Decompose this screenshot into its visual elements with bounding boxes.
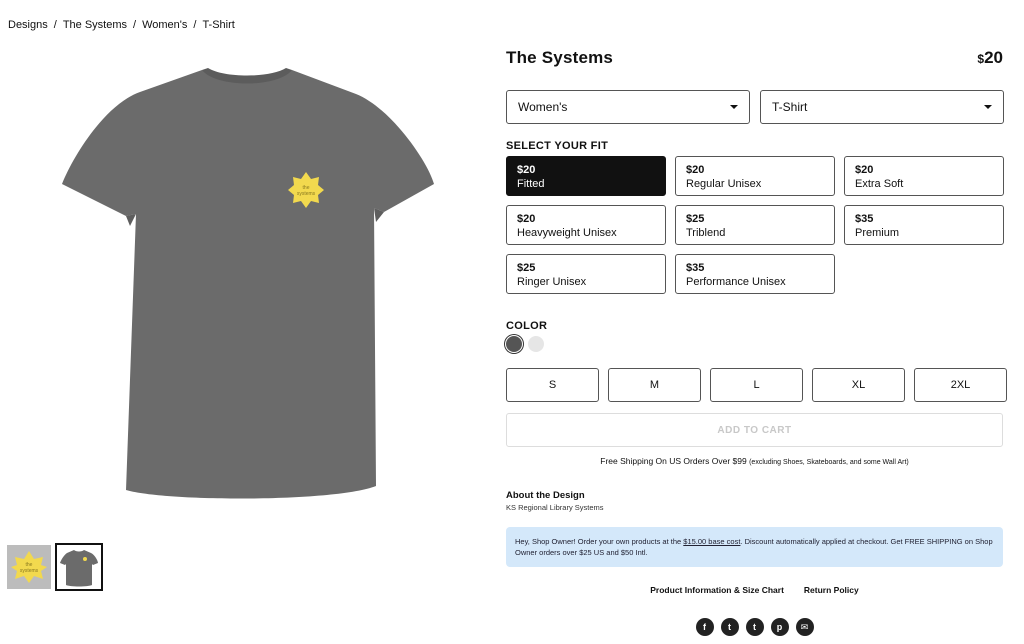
- shop-owner-notice: Hey, Shop Owner! Order your own products…: [506, 527, 1003, 567]
- about-author[interactable]: KS Regional Library Systems: [506, 503, 604, 512]
- gender-select-value: Women's: [518, 100, 568, 114]
- shipping-main: Free Shipping On US Orders Over $99: [600, 456, 747, 466]
- fit-price: $35: [855, 213, 874, 225]
- fit-price: $25: [686, 213, 705, 225]
- fit-price: $20: [855, 164, 874, 176]
- color-swatch-asphalt[interactable]: [506, 336, 522, 352]
- size-l-button[interactable]: L: [710, 368, 803, 402]
- chevron-down-icon: [730, 105, 738, 109]
- product-selects: Women's T-Shirt: [506, 90, 1004, 124]
- size-s-button[interactable]: S: [506, 368, 599, 402]
- fit-name: Premium: [855, 227, 900, 239]
- thumbnail-design[interactable]: the systems: [7, 545, 51, 589]
- design-badge: the systems: [288, 172, 324, 208]
- pinterest-icon[interactable]: p: [770, 618, 789, 636]
- fit-label: SELECT YOUR FIT: [506, 140, 609, 152]
- social-share: f t t p ✉: [506, 618, 1003, 636]
- product-details: The Systems $20 Women's T-Shirt SELECT Y…: [506, 48, 1007, 636]
- breadcrumb-separator: /: [53, 19, 57, 31]
- fit-option-regular-unisex[interactable]: $20 Regular Unisex: [675, 156, 835, 196]
- title-row: The Systems $20: [506, 48, 1003, 72]
- gender-select[interactable]: Women's: [506, 90, 750, 124]
- breadcrumb-designs[interactable]: Designs: [8, 19, 48, 31]
- fit-name: Ringer Unisex: [517, 276, 587, 288]
- fit-name: Fitted: [517, 178, 545, 190]
- base-cost-link[interactable]: $15.00 base cost: [683, 537, 740, 546]
- product-image[interactable]: the systems: [56, 66, 440, 502]
- thumbnail-strip: the systems: [7, 543, 103, 591]
- fit-price: $20: [686, 164, 705, 176]
- fit-price: $20: [517, 213, 536, 225]
- product-type-select[interactable]: T-Shirt: [760, 90, 1004, 124]
- fit-price: $35: [686, 262, 705, 274]
- size-options: S M L XL 2XL: [506, 368, 1007, 402]
- product-type-select-value: T-Shirt: [772, 100, 808, 114]
- fit-option-heavyweight-unisex[interactable]: $20 Heavyweight Unisex: [506, 205, 666, 245]
- fit-option-performance-unisex[interactable]: $35 Performance Unisex: [675, 254, 835, 294]
- fit-name: Performance Unisex: [686, 276, 786, 288]
- size-2xl-button[interactable]: 2XL: [914, 368, 1007, 402]
- fit-price: $25: [517, 262, 536, 274]
- fit-name: Heavyweight Unisex: [517, 227, 617, 239]
- return-policy-link[interactable]: Return Policy: [804, 585, 859, 595]
- breadcrumb-separator: /: [133, 19, 137, 31]
- size-xl-button[interactable]: XL: [812, 368, 905, 402]
- svg-text:systems: systems: [20, 568, 39, 574]
- fit-option-ringer-unisex[interactable]: $25 Ringer Unisex: [506, 254, 666, 294]
- fit-options: $20 Fitted $20 Regular Unisex $20 Extra Sof…: [506, 156, 1004, 294]
- info-links: Product Information & Size Chart Return …: [506, 585, 1003, 595]
- svg-text:systems: systems: [297, 191, 316, 197]
- shipping-note: (excluding Shoes, Skateboards, and some …: [749, 459, 909, 466]
- size-m-button[interactable]: M: [608, 368, 701, 402]
- chevron-down-icon: [984, 105, 992, 109]
- fit-option-extra-soft[interactable]: $20 Extra Soft: [844, 156, 1004, 196]
- tumblr-icon[interactable]: t: [720, 618, 739, 636]
- size-chart-link[interactable]: Product Information & Size Chart: [650, 585, 784, 595]
- fit-option-fitted[interactable]: $20 Fitted: [506, 156, 666, 196]
- add-to-cart-button[interactable]: ADD TO CART: [506, 413, 1003, 447]
- price-value: 20: [984, 48, 1003, 67]
- twitter-icon[interactable]: t: [745, 618, 764, 636]
- color-label: COLOR: [506, 320, 548, 332]
- product-price: $20: [977, 48, 1003, 68]
- facebook-icon[interactable]: f: [695, 618, 714, 636]
- breadcrumb-womens[interactable]: Women's: [142, 19, 187, 31]
- fit-price: $20: [517, 164, 536, 176]
- fit-name: Regular Unisex: [686, 178, 762, 190]
- breadcrumb-the-systems[interactable]: The Systems: [63, 19, 127, 31]
- fit-option-triblend[interactable]: $25 Triblend: [675, 205, 835, 245]
- breadcrumb-t-shirt[interactable]: T-Shirt: [202, 19, 234, 31]
- breadcrumb: Designs / The Systems / Women's / T-Shir…: [8, 19, 235, 31]
- notice-text-before: Hey, Shop Owner! Order your own products…: [515, 537, 684, 546]
- email-icon[interactable]: ✉: [795, 618, 814, 636]
- about-title: About the Design: [506, 490, 585, 501]
- tshirt-image: the systems: [62, 68, 434, 499]
- shipping-info: Free Shipping On US Orders Over $99 (exc…: [506, 456, 1003, 466]
- breadcrumb-separator: /: [193, 19, 197, 31]
- color-swatches: [506, 336, 544, 352]
- fit-name: Extra Soft: [855, 178, 904, 190]
- thumbnail-tshirt[interactable]: [55, 543, 103, 591]
- fit-name: Triblend: [686, 227, 726, 239]
- color-swatch-light-grey[interactable]: [528, 336, 544, 352]
- product-title: The Systems: [506, 48, 614, 67]
- fit-option-premium[interactable]: $35 Premium: [844, 205, 1004, 245]
